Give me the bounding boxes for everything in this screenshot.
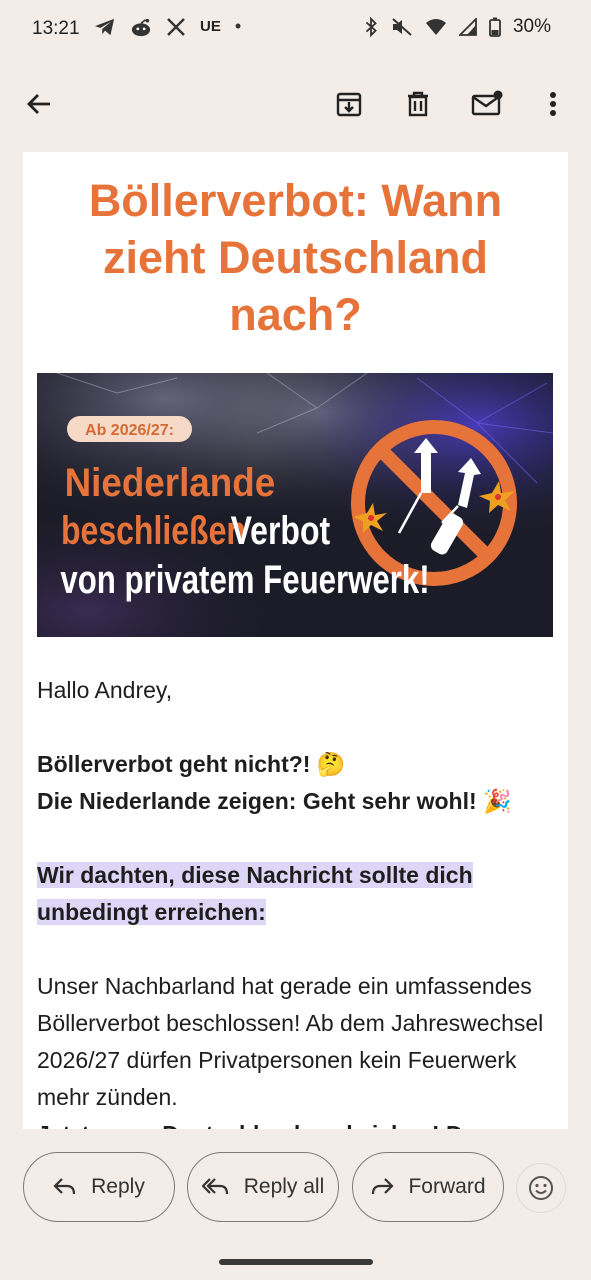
gesture-bar[interactable] — [219, 1259, 373, 1265]
reddit-icon — [131, 18, 151, 36]
emoji-reaction-button[interactable] — [516, 1163, 566, 1213]
delete-icon — [408, 91, 428, 117]
reply-all-button[interactable]: Reply all — [187, 1152, 339, 1222]
forward-icon — [372, 1178, 395, 1195]
app-bar — [0, 68, 591, 140]
forward-label: Forward — [408, 1175, 486, 1198]
wifi-icon — [425, 19, 446, 35]
mark-unread-button[interactable] — [469, 86, 505, 122]
battery-icon — [489, 17, 501, 37]
telegram-icon — [95, 18, 115, 35]
archive-icon — [336, 92, 362, 117]
banner-line1: Niederlande — [65, 461, 276, 506]
delete-button[interactable] — [400, 86, 436, 122]
status-bar: 13:21 UE • 30% — [0, 0, 591, 60]
mute-icon — [392, 18, 412, 36]
mark-unread-icon — [471, 90, 503, 116]
carrier-badge: UE — [200, 18, 221, 35]
greeting: Hallo Andrey, — [37, 677, 173, 703]
bluetooth-icon — [365, 17, 377, 37]
banner-line2-white: Verbot — [231, 508, 331, 553]
archive-button[interactable] — [331, 86, 367, 122]
reply-icon — [53, 1178, 76, 1195]
intro-line-1: Böllerverbot geht nicht?! 🤔 — [37, 751, 346, 777]
banner-badge: Ab 2026/27: — [85, 422, 174, 439]
fireworks-image: Ab 2026/27: Niederlande beschließen Verb… — [37, 373, 553, 637]
signal-icon — [458, 18, 477, 36]
reply-button[interactable]: Reply — [23, 1152, 175, 1222]
status-time: 13:21 — [32, 18, 80, 39]
banner-line2-orange: beschließen — [61, 508, 246, 553]
email-content: Böllerverbot: Wann zieht Deutschland nac… — [23, 152, 568, 1129]
cut-off-line: Jetzt muss Deutschland nachziehen! Do — [37, 1116, 547, 1129]
smiley-icon — [529, 1176, 553, 1200]
more-vert-icon — [550, 92, 556, 116]
banner-line3: von privatem Feuerwerk! — [60, 557, 429, 602]
notification-dot: • — [234, 16, 242, 36]
newsletter-banner: Ab 2026/27: Niederlande beschließen Verb… — [37, 373, 553, 637]
action-bar: Reply Reply all Forward — [23, 1152, 568, 1222]
forward-button[interactable]: Forward — [352, 1152, 504, 1222]
battery-level: 30% — [512, 16, 551, 37]
highlighted-text: Wir dachten, diese Nachricht sollte dich… — [37, 862, 473, 925]
back-arrow-icon — [27, 94, 50, 114]
reply-label: Reply — [91, 1175, 145, 1198]
more-options-button[interactable] — [535, 86, 571, 122]
news-paragraph: Unser Nachbarland hat gerade ein umfasse… — [37, 973, 544, 1110]
back-button[interactable] — [21, 86, 57, 122]
newsletter-title: Böllerverbot: Wann zieht Deutschland nac… — [88, 175, 503, 340]
x-icon — [167, 17, 185, 36]
email-body: Hallo Andrey, Böllerverbot geht nicht?! … — [37, 672, 547, 1129]
reply-all-label: Reply all — [243, 1175, 325, 1198]
reply-all-icon — [201, 1178, 228, 1195]
intro-line-2: Die Niederlande zeigen: Geht sehr wohl! … — [37, 788, 512, 814]
